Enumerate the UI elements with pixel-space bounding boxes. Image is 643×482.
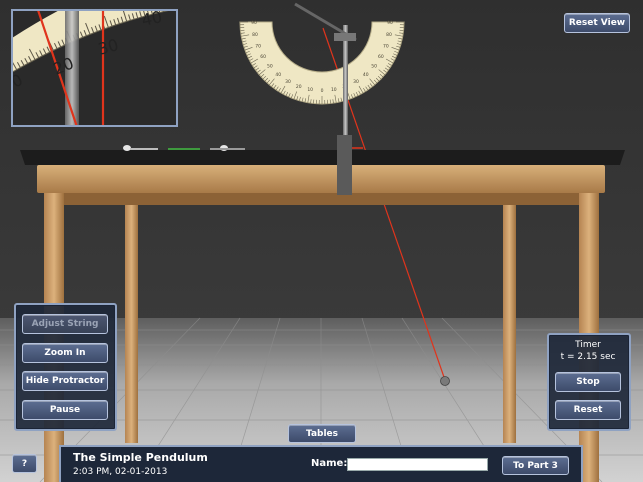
table-item-bar — [210, 148, 245, 150]
stand-clamp — [334, 33, 356, 41]
zoom-inset: 0 20 30 40 — [11, 9, 178, 127]
protractor-label: 60 — [378, 54, 384, 60]
protractor-label: 90 — [251, 20, 257, 26]
stand-base-block — [337, 135, 352, 195]
app-title: The Simple Pendulum — [73, 451, 208, 464]
to-part-3-button[interactable]: To Part 3 — [502, 456, 569, 475]
footer-datetime: 2:03 PM, 02-01-2013 — [73, 467, 168, 477]
timer-stop-button[interactable]: Stop — [555, 372, 621, 392]
table-back-leg-left — [125, 205, 138, 443]
protractor-label: 30 — [353, 79, 359, 85]
zoom-in-button[interactable]: Zoom In — [22, 343, 108, 363]
pendulum-bob[interactable] — [440, 376, 450, 386]
hide-protractor-button[interactable]: Hide Protractor — [22, 371, 108, 391]
protractor-label: 30 — [285, 79, 291, 85]
protractor-label: 40 — [275, 72, 281, 78]
table-item-green — [168, 148, 200, 150]
pause-button[interactable]: Pause — [22, 400, 108, 420]
adjust-string-button[interactable]: Adjust String — [22, 314, 108, 334]
protractor-label: 70 — [383, 43, 389, 49]
table-top-edge — [37, 165, 605, 193]
protractor-label: 10 — [307, 87, 313, 93]
name-input[interactable] — [347, 458, 488, 471]
reset-view-button[interactable]: Reset View — [564, 13, 630, 33]
protractor-label: 50 — [371, 64, 377, 70]
protractor-label: 60 — [260, 54, 266, 60]
protractor-label: 20 — [296, 84, 302, 90]
table-top-surface — [20, 150, 625, 165]
protractor-label: 0 — [321, 88, 324, 94]
protractor-label: 10 — [331, 87, 337, 93]
tables-tab-button[interactable]: Tables — [288, 424, 356, 443]
table-back-leg-right — [503, 205, 516, 443]
timer-title: Timer — [575, 340, 601, 350]
table-item-ruler — [130, 148, 158, 150]
help-button[interactable]: ? — [12, 454, 37, 473]
stand-rod — [343, 25, 348, 140]
protractor-label: 50 — [267, 64, 273, 70]
protractor-label: 40 — [363, 72, 369, 78]
protractor-label: 70 — [255, 43, 261, 49]
table-item-ball-1 — [123, 145, 131, 151]
table-apron — [45, 193, 597, 205]
protractor-label: 80 — [386, 32, 392, 38]
protractor-label: 90 — [387, 20, 393, 26]
timer-readout: t = 2.15 sec — [560, 352, 616, 362]
protractor-label: 80 — [252, 32, 258, 38]
name-label: Name: — [311, 458, 348, 469]
timer-reset-button[interactable]: Reset — [555, 400, 621, 420]
